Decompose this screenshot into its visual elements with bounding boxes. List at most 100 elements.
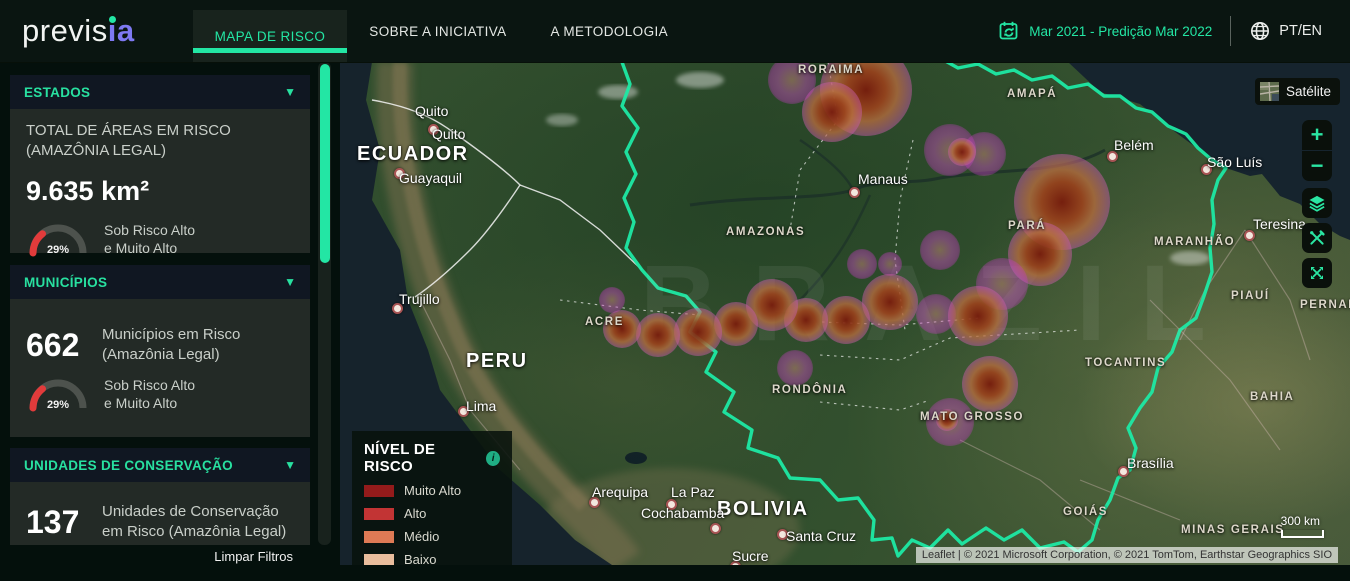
gauge-label: Sob Risco Alto e Muito Alto bbox=[104, 221, 195, 257]
map-label-state: MATO GROSSO bbox=[920, 411, 1024, 423]
map-label-city: Santa Cruz bbox=[786, 528, 856, 544]
heat-blob-high-risk bbox=[962, 356, 1018, 412]
map-label-city: Lima bbox=[466, 398, 496, 414]
heat-blob-high-risk bbox=[862, 274, 918, 330]
language-label: PT/EN bbox=[1279, 23, 1322, 39]
logo-text-ia: ia bbox=[108, 13, 135, 49]
chevron-down-icon[interactable]: ▼ bbox=[284, 458, 296, 472]
heat-blob-high-risk bbox=[674, 308, 722, 356]
tab-mapa-de-risco[interactable]: MAPA DE RISCO bbox=[193, 10, 348, 62]
map-label-state: PIAUÍ bbox=[1231, 290, 1270, 302]
panel-municipios-body: 662 Municípios em Risco (Amazônia Legal)… bbox=[10, 299, 310, 437]
panel-municipios-title: MUNICÍPIOS bbox=[24, 275, 284, 290]
municipios-label: Municípios em Risco (Amazônia Legal) bbox=[102, 325, 294, 366]
map-label-city: Trujillo bbox=[399, 291, 440, 307]
tools-button[interactable] bbox=[1302, 223, 1332, 253]
header: previsia MAPA DE RISCO SOBRE A INICIATIV… bbox=[0, 0, 1350, 63]
map-label-city: La Paz bbox=[671, 484, 715, 500]
language-toggle[interactable]: PT/EN bbox=[1249, 20, 1322, 42]
municipios-count: 662 bbox=[26, 327, 84, 364]
legend-item: Baixo bbox=[364, 552, 500, 565]
svg-text:29%: 29% bbox=[47, 244, 69, 256]
panel-municipios: MUNICÍPIOS ▼ 662 Municípios em Risco (Am… bbox=[10, 265, 310, 437]
legend-swatch-medio bbox=[364, 531, 394, 543]
map-label-country: ECUADOR bbox=[357, 143, 469, 166]
map-label-city: Arequipa bbox=[592, 484, 648, 500]
sidebar-scrollbar-track[interactable] bbox=[318, 62, 331, 545]
previsia-app: { "header": { "logo_part1": "previs", "l… bbox=[0, 0, 1350, 581]
panel-municipios-header[interactable]: MUNICÍPIOS ▼ bbox=[10, 265, 310, 299]
map-attribution[interactable]: Leaflet | © 2021 Microsoft Corporation, … bbox=[916, 547, 1338, 563]
panel-unidades-title: UNIDADES DE CONSERVAÇÃO bbox=[24, 458, 284, 473]
fullscreen-button[interactable] bbox=[1302, 258, 1332, 288]
zoom-in-button[interactable]: + bbox=[1302, 120, 1332, 150]
logo-text-previs: previs bbox=[22, 13, 108, 49]
city-marker bbox=[710, 523, 721, 534]
risk-legend: NÍVEL DE RISCO i Muito Alto Alto Médio B… bbox=[352, 431, 512, 565]
map-label-state: PARÁ bbox=[1008, 220, 1046, 232]
period-selector[interactable]: Mar 2021 - Predição Mar 2022 bbox=[998, 20, 1212, 42]
panel-estados-header[interactable]: ESTADOS ▼ bbox=[10, 75, 310, 109]
city-marker bbox=[849, 187, 860, 198]
panel-estados: ESTADOS ▼ TOTAL DE ÁREAS EM RISCO (AMAZÔ… bbox=[10, 75, 310, 253]
panel-unidades-header[interactable]: UNIDADES DE CONSERVAÇÃO ▼ bbox=[10, 448, 310, 482]
zoom-out-button[interactable]: − bbox=[1302, 151, 1332, 181]
legend-item: Muito Alto bbox=[364, 483, 500, 498]
logo: previsia bbox=[22, 13, 135, 49]
heat-blob-low-risk bbox=[878, 252, 902, 276]
map-label-state: AMAPÁ bbox=[1007, 88, 1057, 100]
scale-label: 300 km bbox=[1281, 514, 1324, 528]
tab-sobre-a-iniciativa[interactable]: SOBRE A INICIATIVA bbox=[347, 0, 528, 62]
tab-a-metodologia[interactable]: A METODOLOGIA bbox=[529, 0, 690, 62]
basemap-satellite-button[interactable]: Satélite bbox=[1255, 78, 1340, 105]
scale-bar: 300 km bbox=[1281, 514, 1324, 538]
unidades-label: Unidades de Conservação em Risco (Amazôn… bbox=[102, 502, 294, 543]
header-right: Mar 2021 - Predição Mar 2022 PT/EN bbox=[998, 16, 1322, 46]
period-label: Mar 2021 - Predição Mar 2022 bbox=[1029, 24, 1212, 39]
map-label-state: ACRE bbox=[585, 316, 624, 328]
map-label-city: Brasília bbox=[1127, 455, 1174, 471]
map-label-state: GOIÁS bbox=[1063, 506, 1108, 518]
metric-title: TOTAL DE ÁREAS EM RISCO (AMAZÔNIA LEGAL) bbox=[26, 121, 294, 162]
tools-icon bbox=[1308, 229, 1326, 247]
chevron-down-icon[interactable]: ▼ bbox=[284, 85, 296, 99]
legend-swatch-muito-alto bbox=[364, 485, 394, 497]
map-label-state: BAHIA bbox=[1250, 391, 1294, 403]
panel-estados-title: ESTADOS bbox=[24, 85, 284, 100]
map-label-city: Cochabamba bbox=[641, 505, 724, 521]
map-label-state: TOCANTINS bbox=[1085, 357, 1166, 369]
legend-item: Alto bbox=[364, 506, 500, 521]
map-label-country: BOLIVIA bbox=[717, 498, 809, 521]
chevron-down-icon[interactable]: ▼ bbox=[284, 275, 296, 289]
map-label-state: RONDÔNIA bbox=[772, 384, 847, 396]
svg-text:29%: 29% bbox=[47, 399, 69, 411]
heat-blob-low-risk bbox=[920, 230, 960, 270]
total-area-value: 9.635 km² bbox=[26, 176, 294, 207]
risk-gauge: 29% bbox=[26, 376, 90, 413]
heat-blob-low-risk bbox=[777, 350, 813, 386]
gauge-label: Sob Risco Alto e Muito Alto bbox=[104, 376, 195, 412]
heat-blob-high-risk bbox=[822, 296, 870, 344]
heat-blob-high-risk bbox=[948, 286, 1008, 346]
scale-line bbox=[1281, 530, 1324, 538]
heat-blob-high-risk bbox=[948, 138, 976, 166]
sidebar-scrollbar-thumb[interactable] bbox=[320, 64, 330, 263]
map[interactable]: BRAZIL ECUADORPERUBOLIVIAQuitoQuitoGuaya… bbox=[340, 62, 1350, 565]
map-label-city: São Luís bbox=[1207, 154, 1262, 170]
info-icon[interactable]: i bbox=[486, 451, 500, 466]
globe-icon bbox=[1249, 20, 1271, 42]
nav-tabs: MAPA DE RISCO SOBRE A INICIATIVA A METOD… bbox=[193, 0, 690, 62]
satellite-label: Satélite bbox=[1286, 84, 1331, 99]
panel-unidades-body: 137 Unidades de Conservação em Risco (Am… bbox=[10, 482, 310, 545]
layers-button[interactable] bbox=[1302, 188, 1332, 218]
map-label-city: Teresina bbox=[1253, 216, 1306, 232]
unidades-count: 137 bbox=[26, 504, 84, 541]
legend-item: Médio bbox=[364, 529, 500, 544]
map-label-city: Guayaquil bbox=[399, 170, 462, 186]
map-label-state: PERNAMBUCO bbox=[1300, 299, 1350, 311]
clear-filters-button[interactable]: Limpar Filtros bbox=[10, 549, 310, 564]
map-label-country: PERU bbox=[466, 350, 528, 373]
heat-blob-low-risk bbox=[599, 287, 625, 313]
legend-swatch-alto bbox=[364, 508, 394, 520]
calendar-refresh-icon bbox=[998, 20, 1020, 42]
